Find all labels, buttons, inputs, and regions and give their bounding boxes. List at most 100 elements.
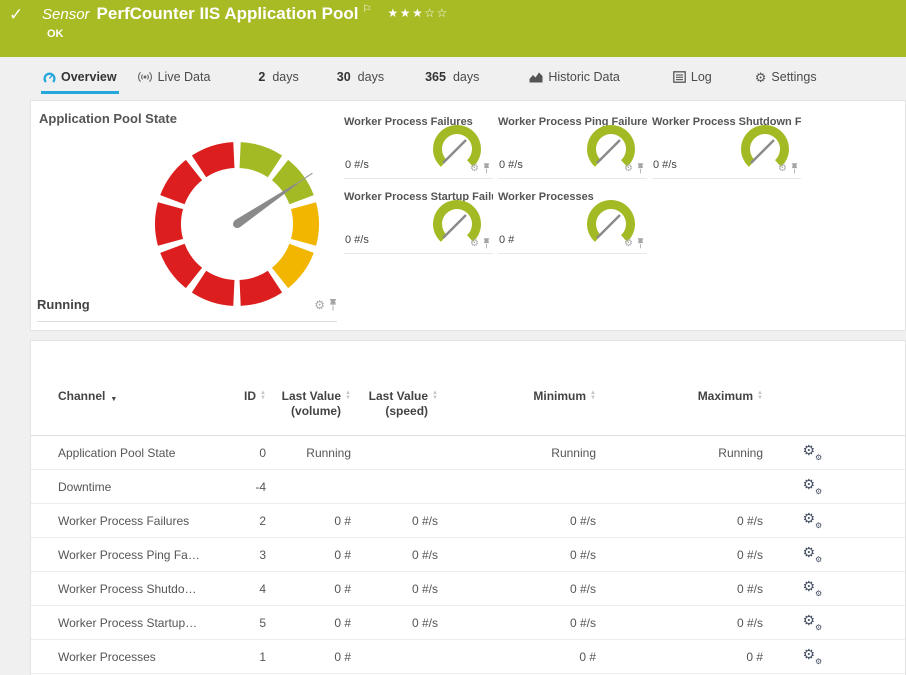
tab-30-days[interactable]: 30days [337,57,384,97]
channel-id: 3 [218,548,266,562]
channel-id: 5 [218,616,266,630]
channel-name[interactable]: Worker Process Ping Fa… [58,548,218,562]
column-header-channel[interactable]: Channel ▼ [58,389,218,407]
gauge-settings-gear-icon[interactable]: ⚙ [314,299,325,311]
minimum-value: 0 #/s [438,582,596,596]
channel-name[interactable]: Worker Process Startup… [58,616,218,630]
channel-name[interactable]: Worker Process Failures [58,514,218,528]
mini-gauge-needle [443,140,466,163]
column-label: Maximum [698,389,753,404]
column-label: ID [244,389,256,404]
channel-table-header: Channel▼ID▲▼Last Value(volume)▲▼Last Val… [31,341,905,436]
mini-gauge-value: 0 #/s [653,159,677,171]
main-gauge-value: Running [37,297,90,312]
tab-label: Log [691,70,712,84]
flag-icon[interactable]: ⚐ [362,4,371,15]
mini-gauge-tile: Worker Process Failures0 #/s⚙ [344,112,493,179]
pin-icon[interactable] [791,163,798,174]
pin-icon[interactable] [637,163,644,174]
channel-table-body: Application Pool State0RunningRunningRun… [31,436,905,674]
column-label: Minimum [533,389,586,404]
tab-365-days[interactable]: 365 days [425,57,479,97]
channel-id: 4 [218,582,266,596]
tab-settings[interactable]: ⚙Settings [755,57,817,97]
gauge-segment-red [160,160,202,204]
maximum-value: 0 #/s [596,548,763,562]
pin-icon[interactable] [637,238,644,249]
tab-bar: Overview Live Data 2days 30days 365 days Histo… [0,57,906,97]
minimum-value: 0 # [438,650,596,664]
log-icon [673,71,686,83]
mini-gauge-value: 0 # [499,234,514,246]
gauge-segment-red [192,142,235,177]
application-pool-state-gauge [144,131,330,317]
status-badge: OK [47,28,64,40]
tab-number: 30 [337,70,351,84]
channel-sort-caret-icon[interactable]: ▼ [110,392,117,407]
table-row: Worker Processes10 #0 #0 #⚙⚙ [31,640,905,674]
minimum-value: 0 #/s [438,616,596,630]
sensor-header: ✓ Sensor PerfCounter IIS Application Pool… [0,0,906,57]
maximum-value: Running [596,446,763,460]
chart-icon [529,71,543,83]
pin-icon[interactable] [483,163,490,174]
broadcast-icon [137,71,153,83]
mini-gauge-tile: Worker Processes0 #⚙ [498,187,647,254]
table-row: Worker Process Startup…50 #0 #/s0 #/s0 #… [31,606,905,640]
column-label: Channel [58,389,105,404]
last-value-volume: 0 # [266,582,351,596]
column-label: Last Value(volume) [282,389,341,419]
mini-gauge-needle [443,215,466,238]
column-header-volume[interactable]: Last Value(volume)▲▼ [266,389,351,419]
column-header-max[interactable]: Maximum ▲▼ [596,389,763,404]
column-header-id[interactable]: ID▲▼ [218,389,266,404]
last-value-speed: 0 #/s [351,582,438,596]
column-header-speed[interactable]: Last Value(speed)▲▼ [351,389,438,419]
last-value-volume: 0 # [266,616,351,630]
channel-name[interactable]: Worker Processes [58,650,218,664]
last-value-speed: 0 #/s [351,548,438,562]
page-title: PerfCounter IIS Application Pool [97,4,359,23]
mini-gauge-needle [751,140,774,163]
main-gauge-title: Application Pool State [39,111,177,126]
tab-overview[interactable]: Overview [43,57,117,97]
last-value-volume: 0 # [266,514,351,528]
gauge-settings-gear-icon[interactable]: ⚙ [624,239,633,249]
channel-name[interactable]: Application Pool State [58,446,218,460]
mini-gauge-value: 0 #/s [499,159,523,171]
gauge-segment-red [160,244,202,288]
channel-name[interactable]: Downtime [58,480,218,494]
gauge-segment-yellow [291,202,319,246]
overview-gauges-panel: Application Pool State Running ⚙ Worker … [30,100,906,331]
column-label: Last Value(speed) [369,389,428,419]
tab-label: Historic Data [548,70,620,84]
column-header-min[interactable]: Minimum▲▼ [438,389,596,404]
mini-gauge-tile: Worker Process Shutdown Fa…0 #/s⚙ [652,112,801,179]
main-gauge-footer: Running ⚙ [37,297,337,322]
minimum-value: Running [438,446,596,460]
last-value-volume: 0 # [266,548,351,562]
priority-stars[interactable]: ★★★☆☆ [387,6,448,20]
sensor-kind-label: Sensor [42,6,90,23]
tab-number: 365 [425,70,446,84]
minimum-value: 0 #/s [438,514,596,528]
table-row: Application Pool State0RunningRunningRun… [31,436,905,470]
tab-2-days[interactable]: 2days [258,57,298,97]
pin-icon[interactable] [483,238,490,249]
tab-historic-data[interactable]: Historic Data [529,57,620,97]
gauge-settings-gear-icon[interactable]: ⚙ [470,164,479,174]
gauge-settings-gear-icon[interactable]: ⚙ [624,164,633,174]
tab-log[interactable]: Log [673,57,712,97]
minimum-value: 0 #/s [438,548,596,562]
maximum-value: 0 # [596,650,763,664]
gauge-settings-gear-icon[interactable]: ⚙ [778,164,787,174]
gauge-icon [43,71,56,84]
channel-name[interactable]: Worker Process Shutdo… [58,582,218,596]
status-ok-check-icon: ✓ [9,5,23,25]
tab-live-data[interactable]: Live Data [137,57,211,97]
tab-label: days [453,70,479,84]
pin-icon[interactable] [329,299,337,311]
gauge-segment-yellow [272,244,314,288]
sort-arrows-icon[interactable]: ▲▼ [757,391,763,400]
gauge-settings-gear-icon[interactable]: ⚙ [470,239,479,249]
